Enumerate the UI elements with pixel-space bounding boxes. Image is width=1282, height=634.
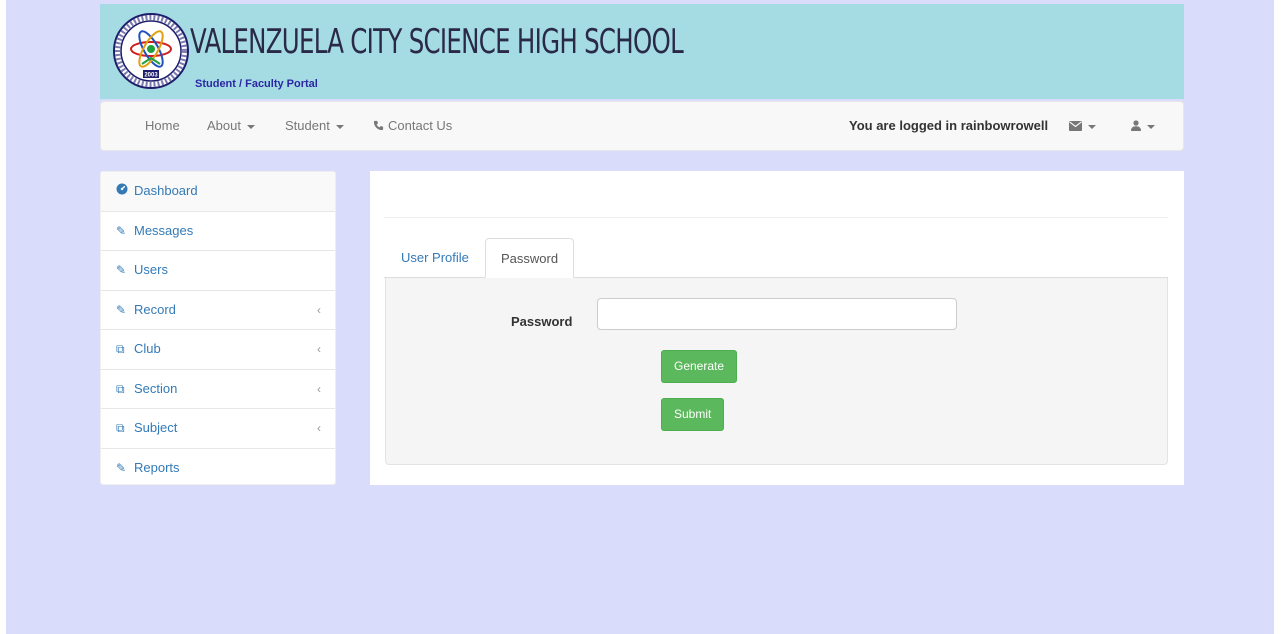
svg-text:2003: 2003 — [144, 73, 158, 79]
user-dropdown[interactable] — [1131, 102, 1155, 150]
edit-icon: ✎ — [116, 263, 127, 277]
caret-down-icon — [1147, 124, 1155, 129]
sidebar-item-reports[interactable]: ✎ Reports — [101, 449, 335, 489]
generate-button[interactable]: Generate — [661, 350, 738, 383]
sidebar-item-label: Reports — [134, 459, 180, 475]
main-content-panel: User Profile Password Password Generate … — [370, 171, 1184, 485]
school-seal-logo: 2003 — [112, 12, 190, 90]
submit-button[interactable]: Submit — [661, 398, 725, 431]
sidebar-item-messages[interactable]: ✎ Messages — [101, 212, 335, 251]
nav-home[interactable]: Home — [145, 102, 180, 150]
sidebar-item-label: Users — [134, 262, 168, 277]
chevron-left-icon: ‹ — [317, 302, 321, 317]
sidebar-item-section[interactable]: ⧉ Section ‹ — [101, 370, 335, 409]
copy-icon: ⧉ — [116, 342, 125, 356]
nav-contact[interactable]: Contact Us — [373, 102, 452, 150]
school-name-title: VALENZUELA CITY SCIENCE HIGH SCHOOL — [190, 22, 684, 62]
user-icon — [1131, 120, 1141, 131]
chevron-left-icon: ‹ — [317, 421, 321, 435]
caret-down-icon — [246, 124, 255, 129]
nav-contact-label: Contact Us — [388, 118, 453, 133]
sidebar-item-label: Subject — [134, 420, 178, 435]
sidebar-item-label: Club — [134, 341, 161, 356]
edit-icon: ✎ — [116, 223, 127, 238]
portal-subtitle: Student / Faculty Portal — [195, 78, 318, 90]
tachometer-icon — [116, 172, 134, 210]
password-form: Password Generate Submit — [385, 278, 1168, 465]
copy-icon: ⧉ — [116, 381, 125, 396]
sidebar-menu: Dashboard ✎ Messages ✎ Users ✎ Record ‹ ⧉ Cl… — [100, 171, 336, 485]
nav-student-label: Student — [285, 118, 330, 133]
sidebar-item-users[interactable]: ✎ Users — [101, 251, 335, 291]
envelope-icon — [1069, 121, 1082, 131]
sidebar-item-dashboard[interactable]: Dashboard — [101, 172, 335, 212]
nav-about-label: About — [207, 118, 241, 133]
chevron-left-icon: ‹ — [317, 381, 321, 396]
header-banner: 2003 VALENZUELA CITY SCIENCE HIGH SCHOOL… — [100, 4, 1184, 99]
edit-icon: ✎ — [116, 302, 127, 317]
nav-student-dropdown[interactable]: Student — [285, 102, 344, 150]
top-navbar: Home About Student Contact Us You are lo… — [100, 101, 1184, 151]
copy-icon: ⧉ — [116, 421, 125, 435]
edit-icon: ✎ — [116, 460, 127, 475]
tab-user-profile[interactable]: User Profile — [386, 238, 484, 278]
tab-password[interactable]: Password — [485, 238, 575, 278]
chevron-left-icon: ‹ — [317, 342, 321, 356]
logged-in-status: You are logged in rainbowrowell — [849, 118, 1049, 133]
nav-about-dropdown[interactable]: About — [207, 102, 255, 150]
sidebar-item-record[interactable]: ✎ Record ‹ — [101, 291, 335, 330]
divider — [384, 217, 1168, 218]
password-input[interactable] — [597, 298, 957, 330]
sidebar-item-label: Record — [134, 301, 176, 317]
caret-down-icon — [335, 124, 344, 129]
sidebar-item-label: Section — [134, 380, 178, 396]
messages-dropdown[interactable] — [1069, 102, 1096, 150]
sidebar-item-club[interactable]: ⧉ Club ‹ — [101, 330, 335, 370]
sidebar-item-subject[interactable]: ⧉ Subject ‹ — [101, 409, 335, 449]
caret-down-icon — [1088, 124, 1096, 129]
password-label: Password — [511, 314, 573, 329]
phone-icon — [373, 120, 384, 131]
sidebar-item-label: Dashboard — [134, 183, 198, 198]
sidebar-item-label: Messages — [134, 222, 194, 238]
